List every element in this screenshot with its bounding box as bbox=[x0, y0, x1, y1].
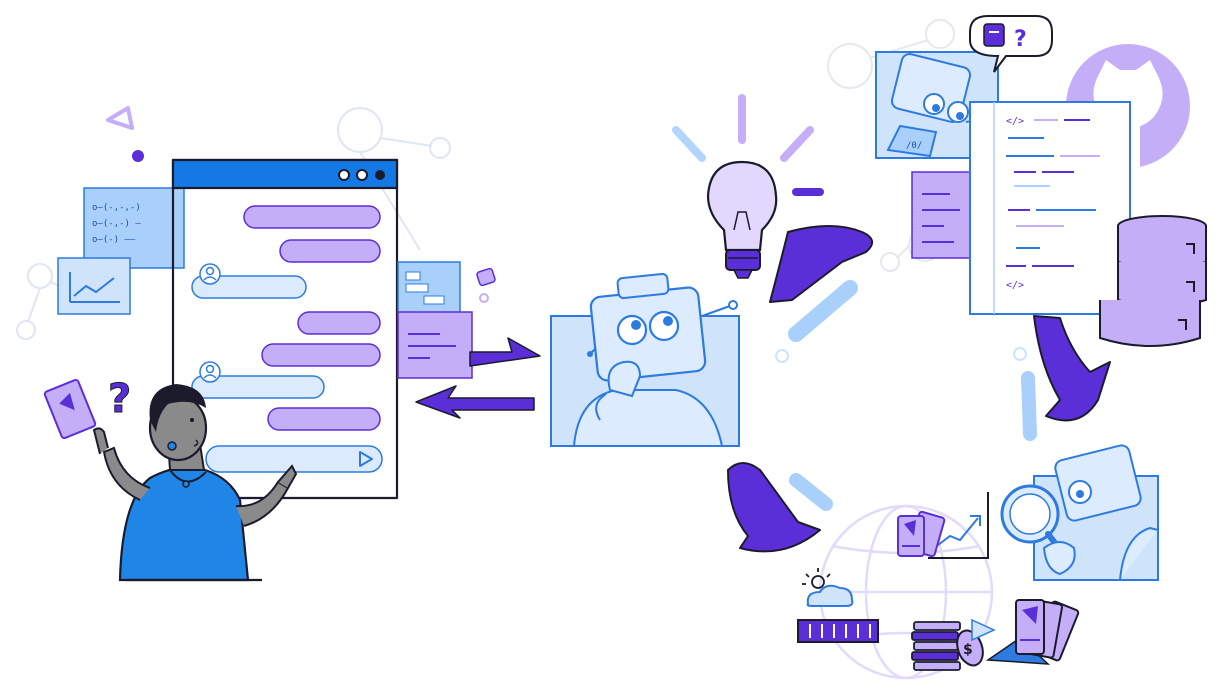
svg-text:?: ? bbox=[1014, 27, 1027, 52]
window-control-icon[interactable] bbox=[356, 169, 368, 181]
dot-decoration bbox=[132, 150, 144, 162]
user-avatar-icon bbox=[199, 263, 221, 285]
assistant-message bbox=[243, 205, 381, 229]
robot-searching bbox=[1000, 444, 1159, 581]
assistant-message bbox=[279, 239, 381, 263]
square-decoration bbox=[476, 267, 496, 287]
svg-text:o—(-) ——: o—(-) —— bbox=[92, 235, 136, 245]
svg-text:$: $ bbox=[963, 642, 973, 658]
code-card: o—(-,-,-) o—(-,-) — o—(-) —— bbox=[83, 187, 185, 269]
assistant-message bbox=[261, 343, 381, 367]
question-icon: ? bbox=[108, 376, 131, 422]
assistant-message bbox=[297, 311, 381, 335]
window-control-icon[interactable] bbox=[375, 170, 385, 180]
arrow-icon bbox=[769, 225, 873, 363]
ticket-icon bbox=[43, 378, 97, 440]
arrow-icon bbox=[727, 462, 833, 553]
triangle-icon bbox=[106, 106, 134, 130]
window-control-icon[interactable] bbox=[338, 169, 350, 181]
layout-card bbox=[397, 261, 461, 319]
arrow-icon bbox=[1013, 315, 1111, 441]
svg-text:o—(-,-,-): o—(-,-,-) bbox=[92, 203, 141, 213]
chart-card bbox=[57, 257, 131, 315]
svg-text:</>: </> bbox=[1006, 280, 1024, 291]
calendar-icon bbox=[797, 619, 879, 643]
code-panel: </> </> bbox=[969, 101, 1131, 315]
svg-text:</>: </> bbox=[1006, 116, 1024, 127]
dot-decoration bbox=[479, 293, 489, 303]
agent-workflow-illustration: o—(-,-,-) o—(-,-) — o—(-) —— ? /0/ ? </>… bbox=[16, 15, 1207, 680]
doc-card bbox=[911, 171, 973, 259]
ticket-icon bbox=[1015, 599, 1080, 662]
ticket-icon bbox=[897, 510, 946, 558]
user-avatar-icon bbox=[199, 361, 221, 383]
assistant-message bbox=[267, 407, 381, 431]
robot-thinking bbox=[550, 272, 740, 447]
person-illustration: ? bbox=[43, 376, 298, 582]
svg-text:/0/: /0/ bbox=[906, 141, 922, 151]
svg-text:o—(-,-) —: o—(-,-) — bbox=[92, 219, 141, 229]
text-card bbox=[397, 311, 473, 379]
chat-window bbox=[171, 158, 399, 500]
weather-icon bbox=[802, 568, 854, 607]
